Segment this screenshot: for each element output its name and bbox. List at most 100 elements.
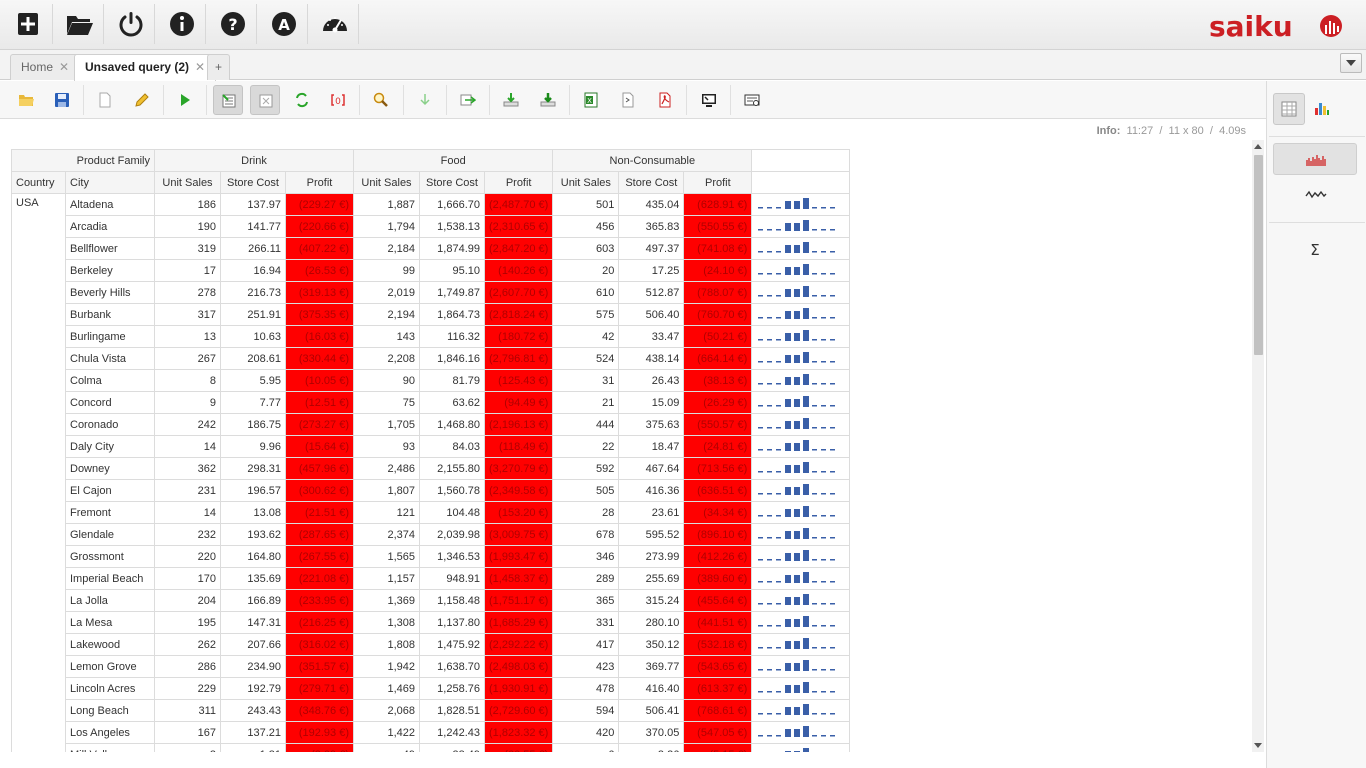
sparkbar-bar	[758, 625, 764, 627]
export-xls-button[interactable]	[533, 85, 563, 115]
table-row: Fremont 14 13.08 (21.51 €) 121 104.48 (153.20 …	[12, 501, 851, 524]
city-cell[interactable]: Fremont	[65, 501, 155, 524]
table-row: Beverly Hills 278 216.73 (319.13 €) 2,019 1,7…	[12, 281, 851, 304]
city-cell[interactable]: Long Beach	[65, 699, 155, 722]
zoom-button[interactable]	[366, 85, 396, 115]
scroll-up-arrow[interactable]	[1254, 144, 1262, 149]
mdx-button[interactable]	[737, 85, 767, 115]
city-cell[interactable]: La Jolla	[65, 589, 155, 612]
open-button[interactable]	[11, 85, 41, 115]
measure-header[interactable]: Store Cost	[419, 171, 485, 194]
city-cell[interactable]: Burbank	[65, 303, 155, 326]
performance-icon[interactable]	[320, 9, 350, 39]
family-header-food[interactable]: Food	[352, 149, 554, 172]
sparkbar-bar	[821, 647, 827, 649]
drill-across-button[interactable]	[453, 85, 483, 115]
about-icon[interactable]	[167, 9, 197, 39]
new-query-button[interactable]	[90, 85, 120, 115]
close-icon[interactable]: ✕	[59, 60, 69, 74]
scroll-down-arrow[interactable]	[1254, 743, 1262, 748]
export-csv-button[interactable]	[496, 85, 526, 115]
drill-down-button[interactable]	[410, 85, 440, 115]
city-cell[interactable]: Concord	[65, 391, 155, 414]
tab-unsaved-query[interactable]: Unsaved query (2) ✕	[74, 54, 217, 81]
totals-button[interactable]: Σ	[1273, 233, 1357, 265]
profit-cell: (2,310.65 €)	[483, 215, 554, 238]
excel-button[interactable]: X	[576, 85, 606, 115]
city-cell[interactable]: Imperial Beach	[65, 567, 155, 590]
city-cell[interactable]: Coronado	[65, 413, 155, 436]
tab-home[interactable]: Home ✕	[10, 54, 81, 80]
sparkbar-bar	[812, 317, 818, 319]
run-button[interactable]	[170, 85, 200, 115]
sparkline-button[interactable]	[1273, 179, 1357, 211]
edit-button[interactable]	[127, 85, 157, 115]
table-mode-button[interactable]	[1273, 93, 1305, 125]
city-cell[interactable]: Grossmont	[65, 545, 155, 568]
open-query-icon[interactable]	[64, 9, 94, 39]
logout-icon[interactable]	[116, 9, 146, 39]
city-cell[interactable]: Beverly Hills	[65, 281, 155, 304]
city-cell[interactable]: Los Angeles	[65, 721, 155, 744]
save-button[interactable]	[47, 85, 77, 115]
city-cell[interactable]: Colma	[65, 369, 155, 392]
city-cell[interactable]: Mill Valley	[65, 743, 155, 752]
measure-header[interactable]: Unit Sales	[552, 171, 620, 194]
close-icon[interactable]: ✕	[195, 60, 205, 74]
sparkbar-bar	[785, 751, 792, 752]
scrollbar-thumb[interactable]	[1254, 155, 1263, 355]
download-icon	[503, 93, 519, 107]
city-cell[interactable]: El Cajon	[65, 479, 155, 502]
sparkbar-bar	[830, 581, 836, 583]
sparkbar-cell	[751, 413, 851, 436]
measure-header[interactable]: Profit	[285, 171, 354, 194]
toggle-fields-button[interactable]	[250, 85, 280, 115]
city-cell[interactable]: Burlingame	[65, 325, 155, 348]
help-icon[interactable]: ?	[218, 9, 248, 39]
new-query-icon[interactable]	[13, 9, 43, 39]
row-header-city[interactable]: City	[65, 171, 155, 194]
measure-header[interactable]: Unit Sales	[353, 171, 420, 194]
sparkbar-bar	[830, 669, 836, 671]
city-cell[interactable]: Chula Vista	[65, 347, 155, 370]
swap-axis-button[interactable]	[287, 85, 317, 115]
city-cell[interactable]: La Mesa	[65, 611, 155, 634]
admin-icon[interactable]: A	[269, 9, 299, 39]
city-cell[interactable]: Glendale	[65, 523, 155, 546]
measure-header[interactable]: Profit	[683, 171, 753, 194]
measure-header[interactable]: Store Cost	[220, 171, 286, 194]
city-cell[interactable]: Bellflower	[65, 237, 155, 260]
row-header-country[interactable]: Country	[11, 171, 66, 194]
profit-cell: (664.14 €)	[683, 347, 753, 370]
sparkbar-button[interactable]	[1273, 143, 1357, 175]
automatic-execution-button[interactable]	[213, 85, 243, 115]
measure-header[interactable]: Store Cost	[618, 171, 685, 194]
chart-mode-button[interactable]	[1307, 93, 1339, 125]
city-cell[interactable]: Downey	[65, 457, 155, 480]
family-header-drink[interactable]: Drink	[154, 149, 354, 172]
city-cell[interactable]: Berkeley	[65, 259, 155, 282]
sparkbar-bar	[758, 317, 764, 319]
measure-header[interactable]: Unit Sales	[154, 171, 221, 194]
tab-label: Home	[21, 60, 54, 74]
city-cell[interactable]: Arcadia	[65, 215, 155, 238]
city-cell[interactable]: Lemon Grove	[65, 655, 155, 678]
value-cell: 234.90	[220, 655, 286, 678]
sparkbar-bar	[794, 509, 801, 517]
city-cell[interactable]: Daly City	[65, 435, 155, 458]
country-cell[interactable]: USA	[11, 193, 66, 752]
city-cell[interactable]: Lakewood	[65, 633, 155, 656]
non-empty-button[interactable]: 0	[323, 85, 353, 115]
tabs-dropdown-button[interactable]	[1340, 53, 1362, 73]
presentation-mode-button[interactable]	[694, 85, 724, 115]
product-family-label: Product Family	[65, 149, 155, 172]
value-cell: 23.61	[618, 501, 685, 524]
family-header-non-consumable[interactable]: Non-Consumable	[552, 149, 753, 172]
export-json-button[interactable]	[613, 85, 643, 115]
add-tab-button[interactable]: +	[207, 54, 231, 80]
vertical-scrollbar[interactable]	[1252, 140, 1264, 752]
city-cell[interactable]: Lincoln Acres	[65, 677, 155, 700]
pdf-button[interactable]	[650, 85, 680, 115]
city-cell[interactable]: Altadena	[65, 193, 155, 216]
measure-header[interactable]: Profit	[483, 171, 554, 194]
